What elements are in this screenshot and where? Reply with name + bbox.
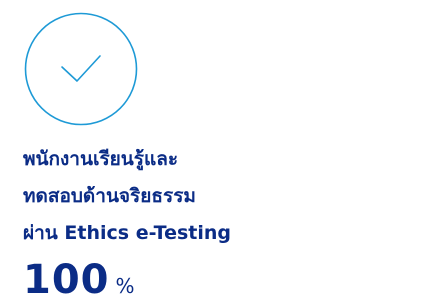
check-circle-icon [24,12,138,126]
headline-line-3: ผ่าน Ethics e-Testing [23,222,232,244]
headline-line-2: ทดสอบด้านจริยธรรม [23,185,196,207]
stat-value: 100 [23,257,110,303]
stat-unit: % [115,274,135,298]
headline: พนักงานเรียนรู้และ ทดสอบด้านจริยธรรม ผ่า… [23,141,231,252]
percentage-stat: 100 % [23,257,135,303]
headline-line-1: พนักงานเรียนรู้และ [23,148,179,170]
